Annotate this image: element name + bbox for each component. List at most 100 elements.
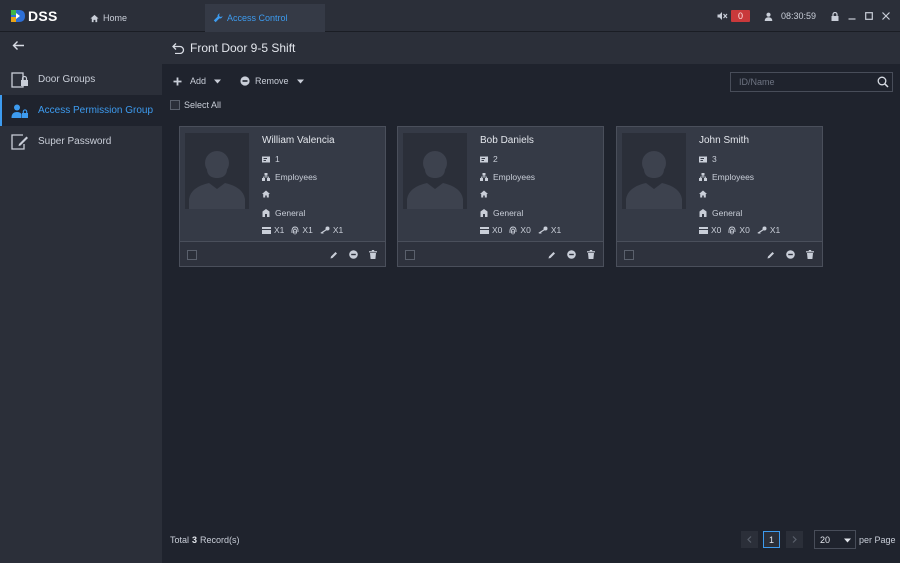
remove-button[interactable]: Remove: [240, 76, 304, 86]
card-checkbox[interactable]: [405, 250, 415, 260]
remove-button-label: Remove: [255, 76, 289, 86]
delete-button[interactable]: [806, 250, 814, 259]
chevron-down-icon: [214, 79, 222, 83]
alarm-count-badge: 0: [730, 10, 750, 22]
minimize-button[interactable]: [843, 0, 860, 32]
password-count: X1: [332, 225, 344, 235]
sidebar: Door Groups Access Permission Group Supe…: [0, 32, 162, 563]
card-checkbox[interactable]: [624, 250, 634, 260]
remove-person-button[interactable]: [349, 250, 358, 259]
select-all-label: Select All: [184, 100, 222, 110]
next-page-button[interactable]: [786, 531, 803, 548]
prev-page-button[interactable]: [741, 531, 758, 548]
person-template: General: [275, 208, 306, 218]
select-all[interactable]: Select All: [170, 100, 221, 110]
user-icon[interactable]: [764, 12, 773, 21]
delete-button[interactable]: [587, 250, 595, 259]
chevron-right-icon: [792, 536, 797, 543]
search-input[interactable]: [731, 73, 871, 91]
id-card-icon: [262, 156, 270, 162]
back-button[interactable]: [12, 40, 25, 54]
sidebar-item-super-password[interactable]: Super Password: [0, 126, 162, 157]
pencil-icon: [330, 251, 337, 258]
minus-circle-icon: [349, 250, 358, 259]
building-icon: [262, 209, 270, 217]
minimize-icon: [848, 18, 855, 20]
wrench-icon: [213, 13, 223, 23]
org-chart-icon: [480, 173, 488, 181]
tab-home-label: Home: [103, 13, 128, 23]
home-icon: [699, 190, 707, 198]
card-count: X0: [492, 225, 503, 235]
edit-document-icon: [10, 132, 30, 152]
add-button[interactable]: Add: [173, 76, 222, 86]
lock-button[interactable]: [826, 0, 843, 32]
person-id-row: 2: [480, 154, 498, 164]
person-template: General: [712, 208, 743, 218]
credential-row: X0 X0 X1: [480, 225, 568, 235]
sidebar-item-door-groups[interactable]: Door Groups: [0, 64, 162, 95]
building-icon: [699, 209, 707, 217]
plus-icon: [173, 77, 182, 85]
person-template-row: General: [262, 208, 305, 218]
total-prefix: Total: [170, 535, 190, 545]
edit-button[interactable]: [548, 251, 556, 259]
person-template: General: [493, 208, 524, 218]
door-lock-icon: [10, 70, 30, 90]
tab-access-control[interactable]: Access Control: [205, 4, 325, 32]
person-card[interactable]: John Smith 3 Employees General X0 X0 X1: [616, 126, 823, 267]
maximize-button[interactable]: [860, 0, 877, 32]
building-icon: [480, 209, 488, 217]
card-checkbox[interactable]: [187, 250, 197, 260]
remove-person-button[interactable]: [567, 250, 576, 259]
person-card[interactable]: William Valencia 1 Employees General X1 …: [179, 126, 386, 267]
card-count: X0: [711, 225, 722, 235]
edit-button[interactable]: [767, 251, 775, 259]
sidebar-item-label: Access Permission Group: [38, 105, 154, 116]
person-room-row: [480, 190, 493, 198]
total-records: Total 3 Record(s): [170, 535, 240, 545]
tab-home[interactable]: Home: [82, 4, 202, 32]
person-department: Employees: [275, 172, 318, 182]
card-footer: [398, 241, 603, 266]
person-template-row: General: [480, 208, 523, 218]
tab-access-control-label: Access Control: [227, 13, 288, 23]
edit-button[interactable]: [330, 251, 338, 259]
add-button-label: Add: [190, 76, 207, 86]
person-id: 3: [712, 154, 717, 164]
sidebar-item-access-permission-group[interactable]: Access Permission Group: [0, 95, 162, 126]
fingerprint-count: X0: [520, 225, 531, 235]
per-page-select[interactable]: 20: [814, 530, 856, 549]
page-button-1[interactable]: 1: [763, 531, 780, 548]
dss-logo-icon: [11, 10, 25, 22]
trash-icon: [369, 250, 377, 259]
close-button[interactable]: [877, 0, 894, 32]
key-icon: [320, 226, 330, 234]
person-name: John Smith: [699, 135, 750, 146]
page-header: Front Door 9-5 Shift: [162, 32, 900, 64]
org-chart-icon: [699, 173, 707, 181]
key-icon: [757, 226, 767, 234]
pencil-icon: [767, 251, 774, 258]
sidebar-item-label: Door Groups: [38, 74, 96, 85]
top-bar: DSS Home Access Control 0 08:30:59: [0, 0, 900, 32]
return-icon[interactable]: [172, 42, 185, 54]
alarm-indicator[interactable]: 0: [717, 10, 750, 22]
card-count: X1: [274, 225, 285, 235]
toolbar: Add Remove: [162, 64, 900, 100]
delete-button[interactable]: [369, 250, 377, 259]
remove-person-button[interactable]: [786, 250, 795, 259]
card-footer: [617, 241, 822, 266]
card-icon: [699, 226, 708, 234]
per-page-label: per Page: [859, 535, 896, 545]
password-count: X1: [550, 225, 562, 235]
search-icon[interactable]: [877, 76, 889, 88]
select-all-checkbox[interactable]: [170, 100, 180, 110]
arrow-left-icon: [12, 41, 24, 50]
home-icon: [90, 14, 99, 22]
credential-row: X0 X0 X1: [699, 225, 787, 235]
chevron-down-icon: [844, 538, 851, 543]
minus-circle-icon: [786, 250, 795, 259]
trash-icon: [587, 250, 595, 259]
person-card[interactable]: Bob Daniels 2 Employees General X0 X0 X1: [397, 126, 604, 267]
